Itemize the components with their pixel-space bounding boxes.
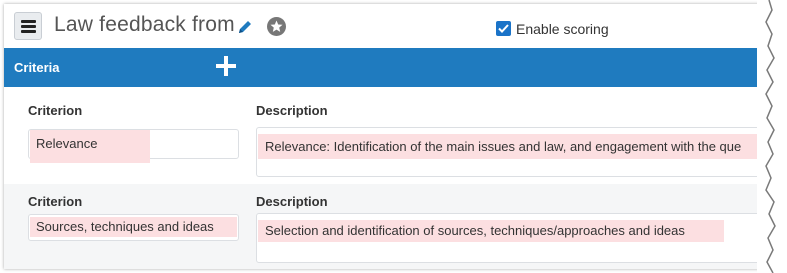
description-value: Relevance: Identification of the main is… [258,134,766,159]
criterion-row: Criterion Description Relevance Relevanc… [4,87,766,184]
page-title: Law feedback from [54,13,235,36]
criteria-label: Criteria [14,60,60,75]
description-header: Description [256,103,328,118]
menu-button[interactable] [14,12,42,40]
description-header: Description [256,194,328,209]
pencil-icon[interactable] [237,19,253,35]
enable-scoring-checkbox[interactable] [496,21,511,36]
criterion-row: Criterion Description Sources, technique… [4,184,766,269]
menu-icon-line [21,20,36,23]
criterion-header: Criterion [28,194,83,209]
menu-icon-line [21,30,36,33]
criterion-header: Criterion [28,103,83,118]
criteria-editor: Law feedback from Enable scoring Criteri… [4,4,766,269]
criterion-value: Relevance [30,130,150,163]
star-icon[interactable] [267,17,286,36]
criteria-section-header: Criteria [4,48,766,87]
torn-edge [757,0,787,273]
description-value: Selection and identification of sources,… [258,220,724,242]
menu-icon-line [21,25,36,28]
title-bar: Law feedback from Enable scoring [4,4,766,48]
enable-scoring-label[interactable]: Enable scoring [516,21,609,37]
checkmark-icon [498,24,509,33]
add-icon[interactable] [216,56,236,76]
criterion-value: Sources, techniques and ideas [30,217,237,237]
